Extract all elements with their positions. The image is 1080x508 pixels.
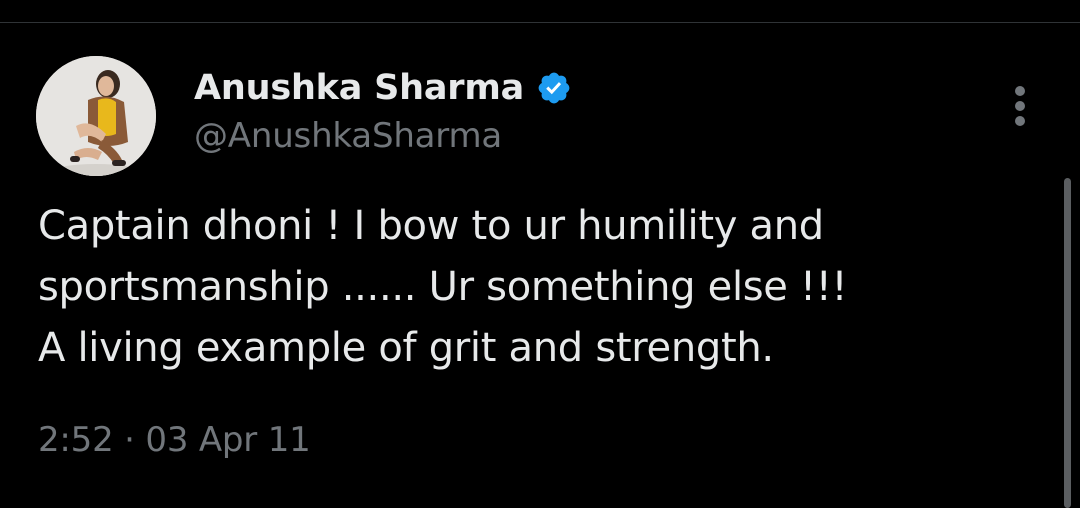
author-header: Anushka Sharma @AnushkaSharma xyxy=(194,64,572,156)
tweet-date: 03 Apr 11 xyxy=(145,420,311,460)
author-handle[interactable]: @AnushkaSharma xyxy=(194,116,572,156)
meta-separator: · xyxy=(124,420,135,460)
verified-badge-icon xyxy=(536,70,572,106)
tweet-time: 2:52 xyxy=(38,420,114,460)
top-divider xyxy=(0,22,1080,23)
display-name[interactable]: Anushka Sharma xyxy=(194,68,524,108)
scrollbar[interactable] xyxy=(1064,178,1071,508)
more-dot xyxy=(1015,101,1025,111)
avatar[interactable] xyxy=(36,56,156,176)
more-dot xyxy=(1015,116,1025,126)
tweet-text: Captain dhoni ! I bow to ur humility and… xyxy=(38,203,848,371)
more-options-icon[interactable] xyxy=(1008,86,1032,126)
tweet-timestamp[interactable]: 2:52 · 03 Apr 11 xyxy=(38,420,311,460)
more-dot xyxy=(1015,86,1025,96)
name-row: Anushka Sharma xyxy=(194,64,572,112)
avatar-photo xyxy=(36,56,156,176)
